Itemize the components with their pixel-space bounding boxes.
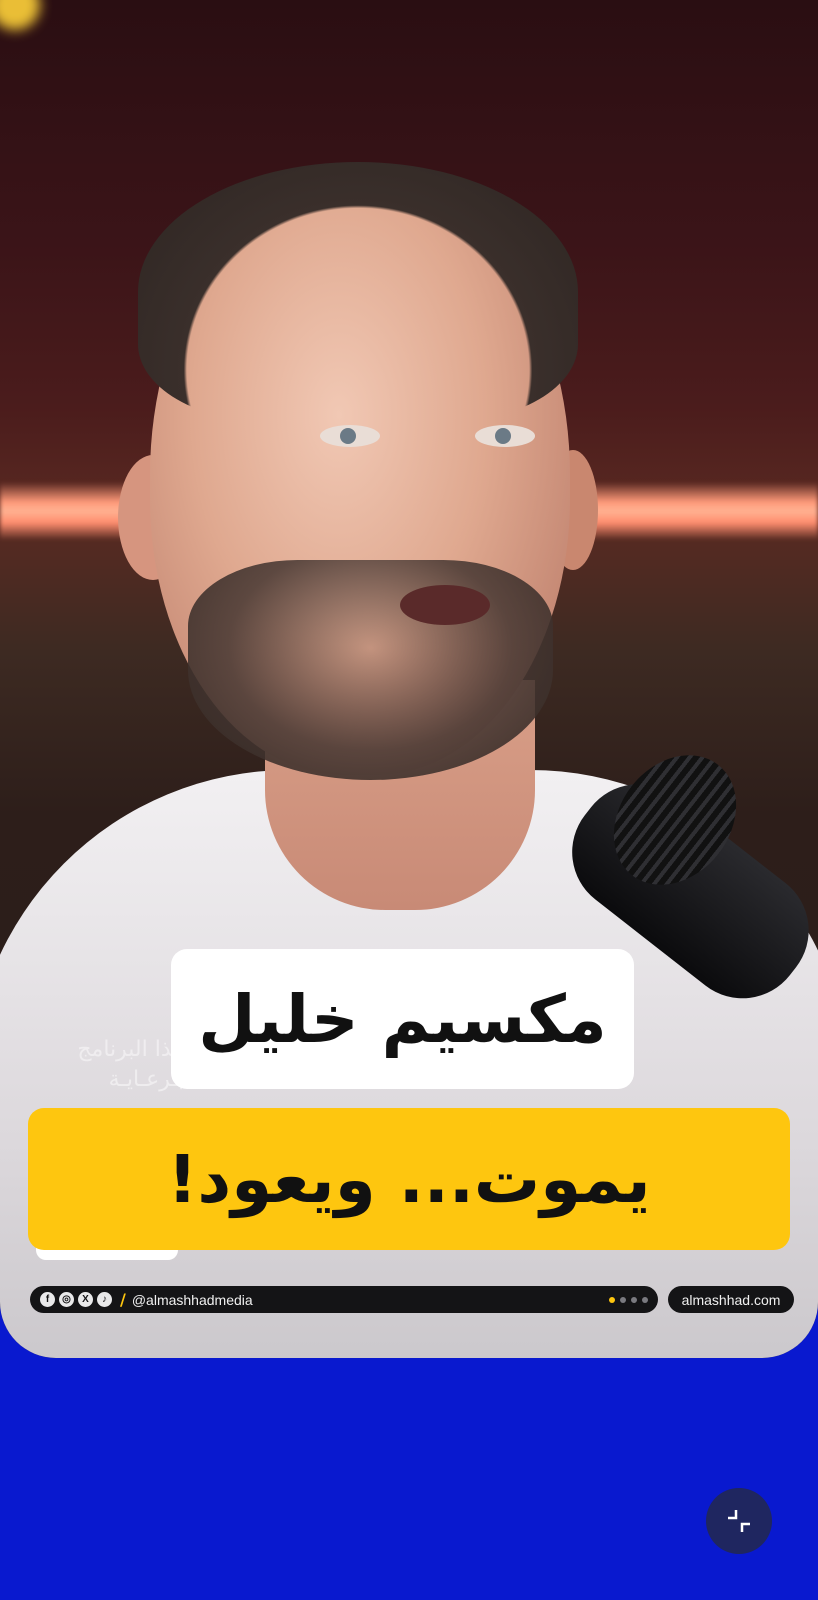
sponsor-label: هذا البرنامج بـرعـايـة [44, 1035, 184, 1095]
page-dot [631, 1296, 637, 1303]
headline-caption-box: يموت... ويعود! [28, 1108, 790, 1250]
social-bar: f ◎ X ♪ / @almashhadmedia [30, 1286, 658, 1313]
page-dot [642, 1296, 648, 1303]
domain-link[interactable]: almashhad.com [668, 1286, 794, 1313]
sponsor-line-1: هذا البرنامج [77, 1037, 184, 1062]
page-indicator [609, 1296, 648, 1303]
x-icon[interactable]: X [78, 1292, 93, 1307]
name-caption: مكسيم خليل [198, 980, 607, 1058]
video-frame[interactable]: هذا البرنامج بـرعـايـة مكسيم خليل يموت..… [0, 0, 818, 1358]
name-caption-box: مكسيم خليل [171, 949, 634, 1089]
page-dot [609, 1296, 615, 1303]
exit-fullscreen-icon [728, 1510, 750, 1532]
background-light [0, 0, 40, 30]
instagram-icon[interactable]: ◎ [59, 1292, 74, 1307]
social-handle[interactable]: @almashhadmedia [132, 1292, 253, 1308]
headline-caption: يموت... ويعود! [167, 1140, 651, 1218]
page-dot [620, 1296, 626, 1303]
person-mouth [400, 585, 490, 625]
facebook-icon[interactable]: f [40, 1292, 55, 1307]
person-beard [188, 560, 553, 780]
sponsor-line-2: بـرعـايـة [108, 1067, 184, 1092]
divider-slash: / [120, 1290, 126, 1309]
person-hair [138, 162, 578, 422]
exit-fullscreen-button[interactable] [706, 1488, 772, 1554]
tiktok-icon[interactable]: ♪ [97, 1292, 112, 1307]
person-eye-right [475, 425, 535, 447]
person-eye-left [320, 425, 380, 447]
